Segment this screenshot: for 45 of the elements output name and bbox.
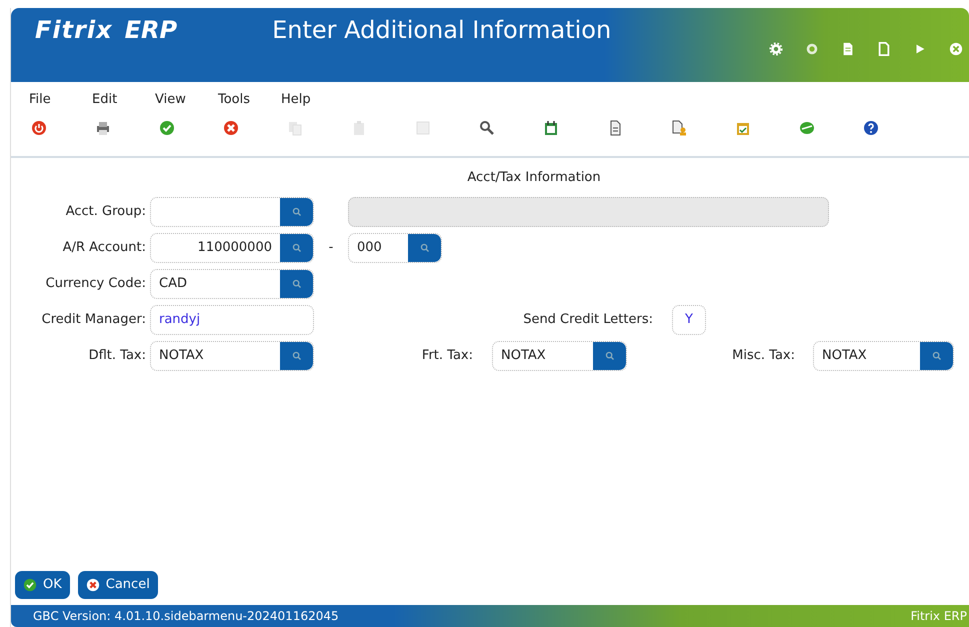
field-label: A/R Account:: [62, 238, 147, 257]
field-label: Credit Manager:: [40, 310, 147, 329]
check-icon[interactable]: [159, 120, 175, 136]
printer-icon[interactable]: [95, 120, 111, 136]
logo-text: Fitrix: [35, 15, 113, 46]
check-icon: [23, 578, 37, 592]
field-label: Misc. Tax:: [731, 346, 796, 365]
version-text: GBC Version: 4.01.10.sidebarmenu-202401162045: [33, 608, 339, 625]
menu-item[interactable]: Help: [281, 90, 344, 118]
power-icon[interactable]: [31, 120, 47, 136]
field-label: Frt. Tax:: [420, 346, 474, 365]
field-label: Acct. Group:: [64, 202, 147, 221]
cancel-icon[interactable]: [223, 120, 239, 136]
lookup-field[interactable]: CAD: [150, 268, 314, 298]
calendar-icon[interactable]: [543, 120, 559, 136]
input-field[interactable]: randyj: [150, 304, 314, 334]
input-field[interactable]: Y: [672, 304, 706, 334]
cancel-icon: [86, 578, 100, 592]
menu-item[interactable]: Tools: [218, 90, 281, 118]
lookup-field[interactable]: 110000000: [150, 232, 314, 262]
section-title: Acct/Tax Information: [466, 169, 602, 187]
search-icon[interactable]: [479, 120, 495, 136]
field-label: Send Credit Letters:: [522, 310, 654, 329]
menu-item[interactable]: File: [29, 90, 92, 118]
separator-text: -: [328, 238, 334, 257]
lookup-field[interactable]: NOTAX: [813, 340, 954, 370]
lookup-field[interactable]: [150, 196, 314, 226]
user-document-icon[interactable]: [671, 120, 687, 136]
lookup-field[interactable]: NOTAX: [150, 340, 314, 370]
logo-text: ERP: [124, 15, 178, 46]
cancel-button[interactable]: Cancel: [78, 571, 158, 599]
gear-icon[interactable]: [769, 42, 783, 56]
target-icon[interactable]: [805, 42, 819, 56]
field-label: Dflt. Tax:: [88, 346, 147, 365]
field-label: Currency Code:: [44, 274, 147, 293]
lookup-field[interactable]: 000: [348, 232, 442, 262]
product-name: Fitrix ERP: [910, 608, 967, 625]
lookup-field[interactable]: NOTAX: [492, 340, 627, 370]
help-icon[interactable]: [863, 120, 879, 136]
disc-icon[interactable]: [799, 120, 815, 136]
menu-item[interactable]: Edit: [92, 90, 155, 118]
ok-button[interactable]: OK: [15, 571, 70, 599]
close-icon[interactable]: [949, 42, 963, 56]
menu-item[interactable]: View: [155, 90, 218, 118]
window-title: Enter Additional Information: [272, 15, 612, 46]
